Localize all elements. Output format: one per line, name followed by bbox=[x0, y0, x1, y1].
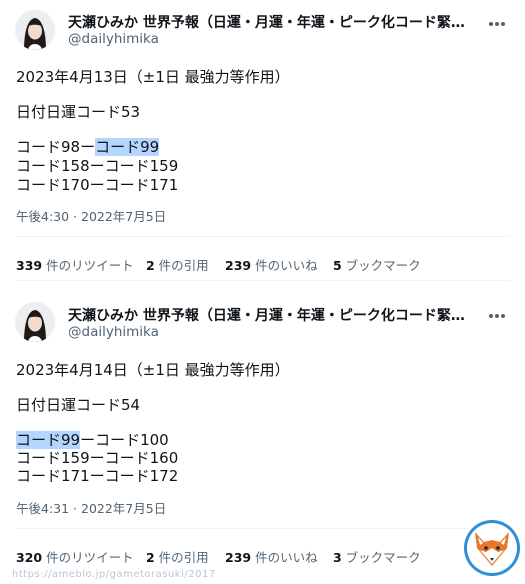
tweet-text-line: コード171ーコード172 bbox=[16, 467, 179, 485]
more-icon[interactable] bbox=[483, 14, 511, 34]
stat-count: 239 bbox=[225, 550, 252, 565]
stat-label: ブックマーク bbox=[341, 550, 421, 565]
stat-count: 320 bbox=[16, 550, 43, 565]
bookmarks-stat[interactable]: 3 ブックマーク bbox=[333, 547, 421, 566]
retweets-stat[interactable]: 320 件のリツイート bbox=[16, 547, 134, 566]
stat-label: 件のリツイート bbox=[42, 550, 134, 565]
tweet-text-line: コード158ーコード159 bbox=[16, 157, 179, 175]
tweet-text-line: コード98ーコード99 bbox=[16, 136, 160, 157]
quotes-stat[interactable]: 2 件の引用 bbox=[146, 255, 209, 274]
stat-label: ブックマーク bbox=[341, 258, 421, 273]
stat-count: 5 bbox=[333, 258, 342, 273]
author-handle[interactable]: @dailyhimika bbox=[68, 324, 159, 340]
watermark-url: https://ameblo.jp/gametorasuki/2017 bbox=[12, 569, 216, 580]
stat-label: 件のリツイート bbox=[42, 258, 134, 273]
tweet-text-segment: コード98ー bbox=[16, 138, 96, 156]
stat-label: 件の引用 bbox=[154, 258, 209, 273]
author-handle[interactable]: @dailyhimika bbox=[68, 31, 159, 47]
stat-count: 3 bbox=[333, 550, 342, 565]
bookmarks-stat[interactable]: 5 ブックマーク bbox=[333, 255, 421, 274]
tweet-timestamp[interactable]: 午後4:30 · 2022年7月5日 bbox=[16, 206, 166, 225]
tweet-text-line: 2023年4月13日（±1日 最強力等作用） bbox=[16, 68, 290, 86]
tweet-text-line: 日付日運コード53 bbox=[16, 103, 141, 121]
tweet-text-line: 日付日運コード54 bbox=[16, 396, 141, 414]
divider bbox=[16, 236, 510, 237]
stat-count: 239 bbox=[225, 258, 252, 273]
likes-stat[interactable]: 239 件のいいね bbox=[225, 547, 318, 566]
more-icon[interactable] bbox=[483, 306, 511, 326]
retweets-stat[interactable]: 339 件のリツイート bbox=[16, 255, 134, 274]
stat-label: 件のいいね bbox=[251, 258, 318, 273]
stat-count: 339 bbox=[16, 258, 43, 273]
avatar[interactable] bbox=[15, 302, 55, 342]
avatar[interactable] bbox=[15, 10, 55, 50]
stat-count: 2 bbox=[146, 550, 155, 565]
divider bbox=[16, 280, 510, 281]
quotes-stat[interactable]: 2 件の引用 bbox=[146, 547, 209, 566]
author-name[interactable]: 天瀬ひみか 世界予報（日運・月運・年運・ピーク化コード緊急警... bbox=[68, 12, 473, 32]
tweet-text-line: コード170ーコード171 bbox=[16, 176, 179, 194]
author-name[interactable]: 天瀬ひみか 世界予報（日運・月運・年運・ピーク化コード緊急警... bbox=[68, 305, 473, 325]
likes-stat[interactable]: 239 件のいいね bbox=[225, 255, 318, 274]
tweet-text-line: 2023年4月14日（±1日 最強力等作用） bbox=[16, 361, 290, 379]
stat-label: 件の引用 bbox=[154, 550, 209, 565]
stat-count: 2 bbox=[146, 258, 155, 273]
selected-text: コード99 bbox=[95, 138, 160, 156]
divider bbox=[16, 528, 510, 529]
fox-logo bbox=[462, 518, 522, 578]
stat-label: 件のいいね bbox=[251, 550, 318, 565]
tweet-timestamp[interactable]: 午後4:31 · 2022年7月5日 bbox=[16, 498, 166, 517]
